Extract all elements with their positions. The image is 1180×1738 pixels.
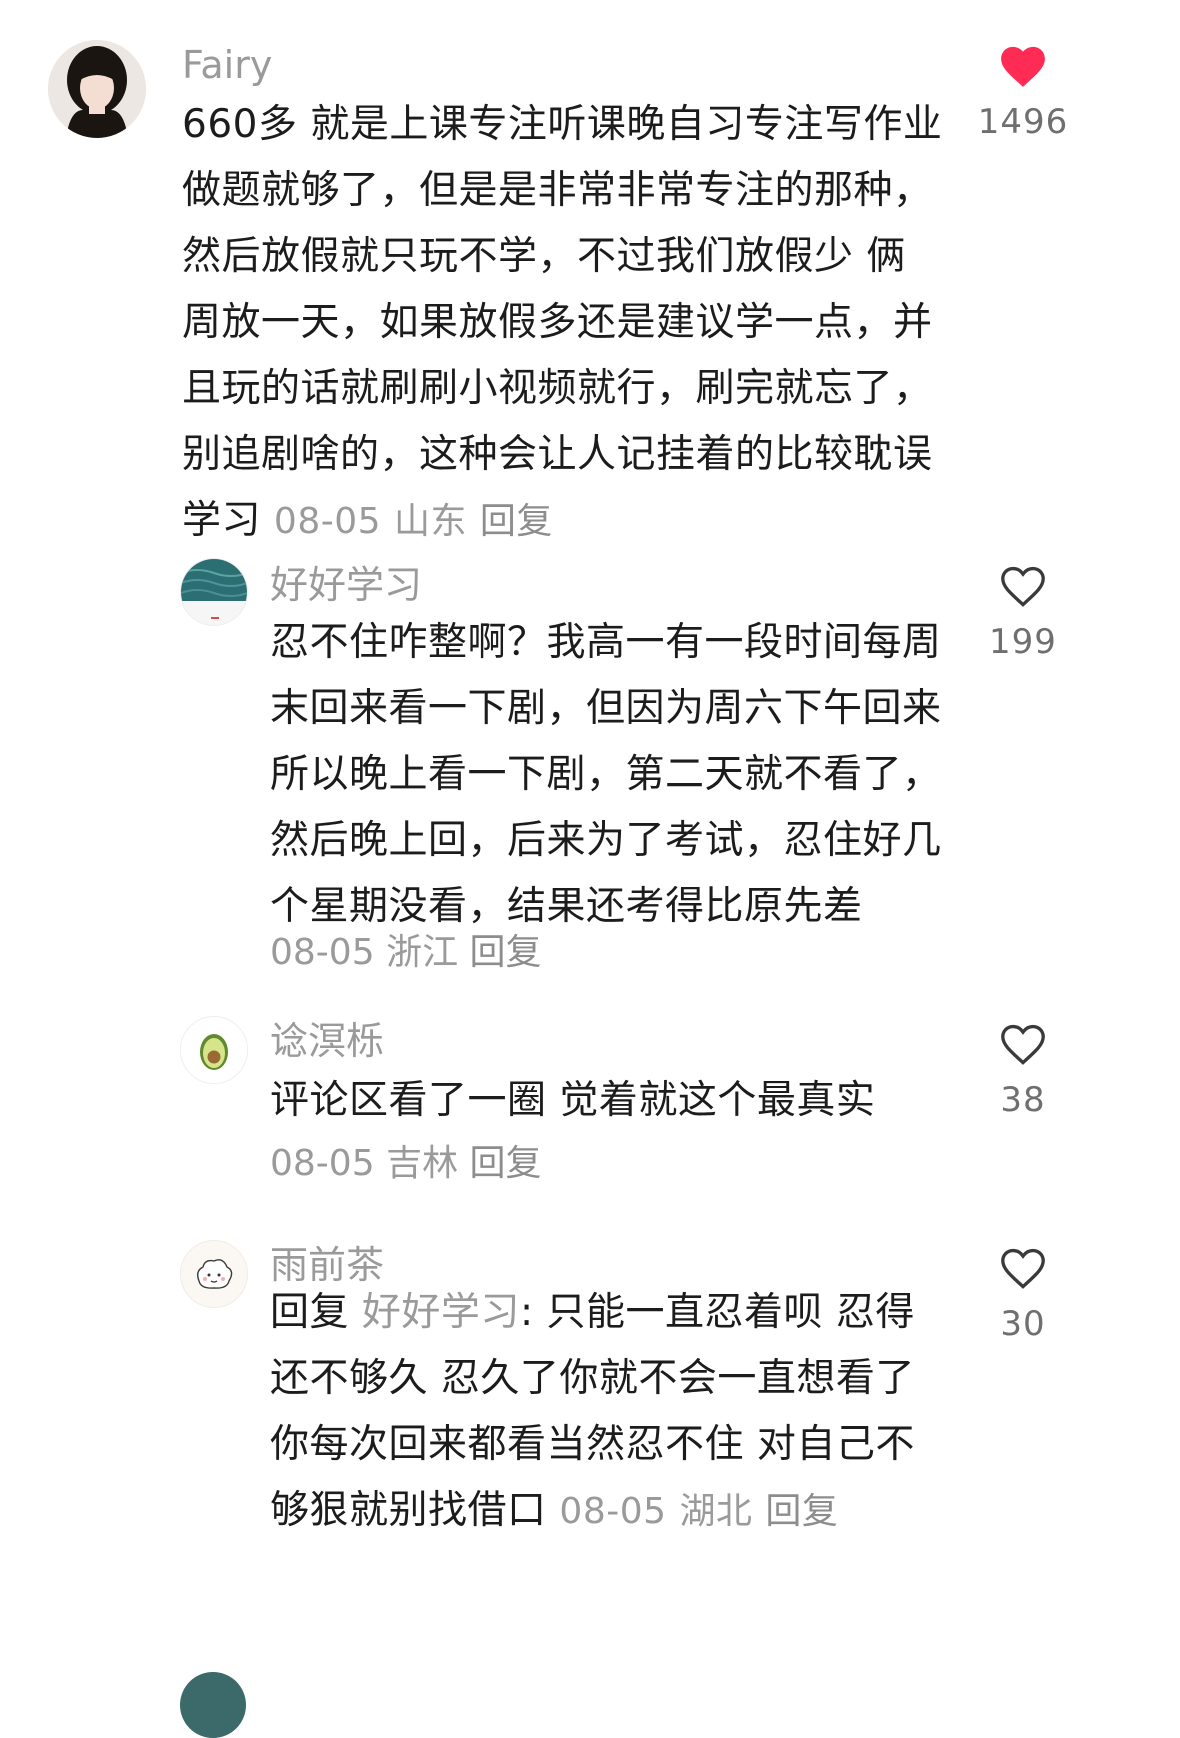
comment-text-line: 做题就够了，但是是非常非常专注的那种， bbox=[182, 168, 933, 213]
reply-prefix: 回复 bbox=[270, 1290, 350, 1335]
avatar[interactable] bbox=[48, 40, 146, 138]
comment-text: 忍不住咋整啊？我高一有一段时间每周 末回来看一下剧，但因为周六下午回来 所以晚上… bbox=[270, 610, 970, 940]
comment-location: 山东 bbox=[393, 501, 467, 542]
like-button[interactable]: 1496 bbox=[968, 42, 1078, 142]
heart-outline-icon bbox=[1001, 1248, 1045, 1289]
like-button[interactable]: 38 bbox=[968, 1020, 1078, 1120]
comment-username[interactable]: 雨前茶 bbox=[270, 1246, 384, 1284]
like-count: 199 bbox=[989, 622, 1057, 662]
comment-text-line: 还不够久 忍久了你就不会一直想看了 bbox=[270, 1356, 915, 1401]
comment-text: 回复 好好学习: 只能一直忍着呗 忍得 还不够久 忍久了你就不会一直想看了 你每… bbox=[270, 1280, 970, 1545]
comment-date: 08-05 bbox=[270, 932, 375, 973]
comment-date: 08-05 bbox=[273, 501, 382, 542]
comment-text-line: 周放一天，如果放假多还是建议学一点，并 bbox=[182, 300, 933, 345]
comment-text-line: 末回来看一下剧，但因为周六下午回来 bbox=[270, 686, 942, 731]
mention-link[interactable]: 好好学习 bbox=[362, 1290, 520, 1335]
comment-text-line-last: 够狠就别找借口 08-05 湖北 回复 bbox=[270, 1478, 970, 1545]
avatar-image bbox=[181, 559, 247, 625]
like-count: 1496 bbox=[977, 102, 1069, 142]
comment-text: 660多 就是上课专注听课晚自习专注写作业 做题就够了，但是是非常非常专注的那种… bbox=[182, 92, 962, 555]
comment-text: 评论区看了一圈 觉着就这个最真实 bbox=[270, 1068, 970, 1134]
reply-button[interactable]: 回复 bbox=[480, 501, 553, 542]
reply-button[interactable]: 回复 bbox=[470, 1143, 542, 1184]
comment-text-line: 然后放假就只玩不学，不过我们放假少 俩 bbox=[182, 234, 906, 279]
comment-text-line: 你每次回来都看当然忍不住 对自己不 bbox=[270, 1422, 915, 1467]
comment-meta: 08-05 吉林 回复 bbox=[270, 1146, 542, 1182]
comment-text-line: 忍不住咋整啊？我高一有一段时间每周 bbox=[270, 620, 942, 665]
reply-button[interactable]: 回复 bbox=[470, 932, 542, 973]
comment-text-first-line: : 只能一直忍着呗 忍得 bbox=[519, 1290, 915, 1335]
like-button[interactable]: 30 bbox=[968, 1244, 1078, 1344]
comment-text-line: 回复 好好学习: 只能一直忍着呗 忍得 bbox=[270, 1280, 970, 1346]
comment-text-line: 所以晚上看一下剧，第二天就不看了， bbox=[270, 752, 942, 797]
like-button[interactable]: 199 bbox=[968, 562, 1078, 662]
comment-location: 吉林 bbox=[386, 1143, 459, 1184]
avatar-image bbox=[181, 1241, 247, 1307]
comment-item: Fairy 660多 就是上课专注听课晚自习专注写作业 做题就够了，但是是非常非… bbox=[0, 0, 1180, 543]
comment-username[interactable]: 谂溟栎 bbox=[270, 1022, 384, 1060]
comment-item: 好好学习 忍不住咋整啊？我高一有一段时间每周 末回来看一下剧，但因为周六下午回来… bbox=[0, 540, 1180, 1000]
comment-meta: 08-05 浙江 回复 bbox=[270, 935, 542, 971]
comment-text-line: 且玩的话就刷刷小视频就行，刷完就忘了， bbox=[182, 366, 933, 411]
like-count: 38 bbox=[1000, 1080, 1046, 1120]
comment-text-line: 别追剧啥的，这种会让人记挂着的比较耽误 bbox=[182, 432, 933, 477]
comment-item: 谂溟栎 评论区看了一圈 觉着就这个最真实 08-05 吉林 回复 38 bbox=[0, 1000, 1180, 1230]
comment-text-line: 个星期没看，结果还考得比原先差 bbox=[270, 884, 863, 929]
avatar[interactable] bbox=[180, 1016, 248, 1084]
comment-text-line: 评论区看了一圈 觉着就这个最真实 bbox=[270, 1078, 876, 1123]
comment-text-line: 然后晚上回，后来为了考试，忍住好几 bbox=[270, 818, 942, 863]
comment-date: 08-05 bbox=[559, 1491, 667, 1532]
comment-text-tail: 学习 bbox=[182, 498, 262, 543]
comment-location: 浙江 bbox=[386, 932, 459, 973]
comment-location: 湖北 bbox=[679, 1491, 753, 1532]
avatar[interactable] bbox=[180, 558, 248, 626]
comment-date: 08-05 bbox=[270, 1143, 375, 1184]
next-comment-avatar[interactable] bbox=[180, 1672, 246, 1738]
reply-button[interactable]: 回复 bbox=[765, 1491, 838, 1532]
heart-outline-icon bbox=[1001, 566, 1045, 607]
heart-outline-icon bbox=[1001, 1024, 1045, 1065]
comment-text-line: 660多 就是上课专注听课晚自习专注写作业 bbox=[182, 102, 943, 147]
comment-text-tail: 够狠就别找借口 bbox=[270, 1488, 547, 1533]
comment-item: 雨前茶 回复 好好学习: 只能一直忍着呗 忍得 还不够久 忍久了你就不会一直想看… bbox=[0, 1230, 1180, 1630]
heart-filled-icon bbox=[1001, 46, 1045, 87]
avatar-image bbox=[48, 40, 146, 138]
like-count: 30 bbox=[1000, 1304, 1046, 1344]
avatar[interactable] bbox=[180, 1240, 248, 1308]
avocado-icon bbox=[181, 1017, 247, 1083]
comment-username[interactable]: Fairy bbox=[182, 46, 272, 84]
comment-username[interactable]: 好好学习 bbox=[270, 566, 422, 604]
